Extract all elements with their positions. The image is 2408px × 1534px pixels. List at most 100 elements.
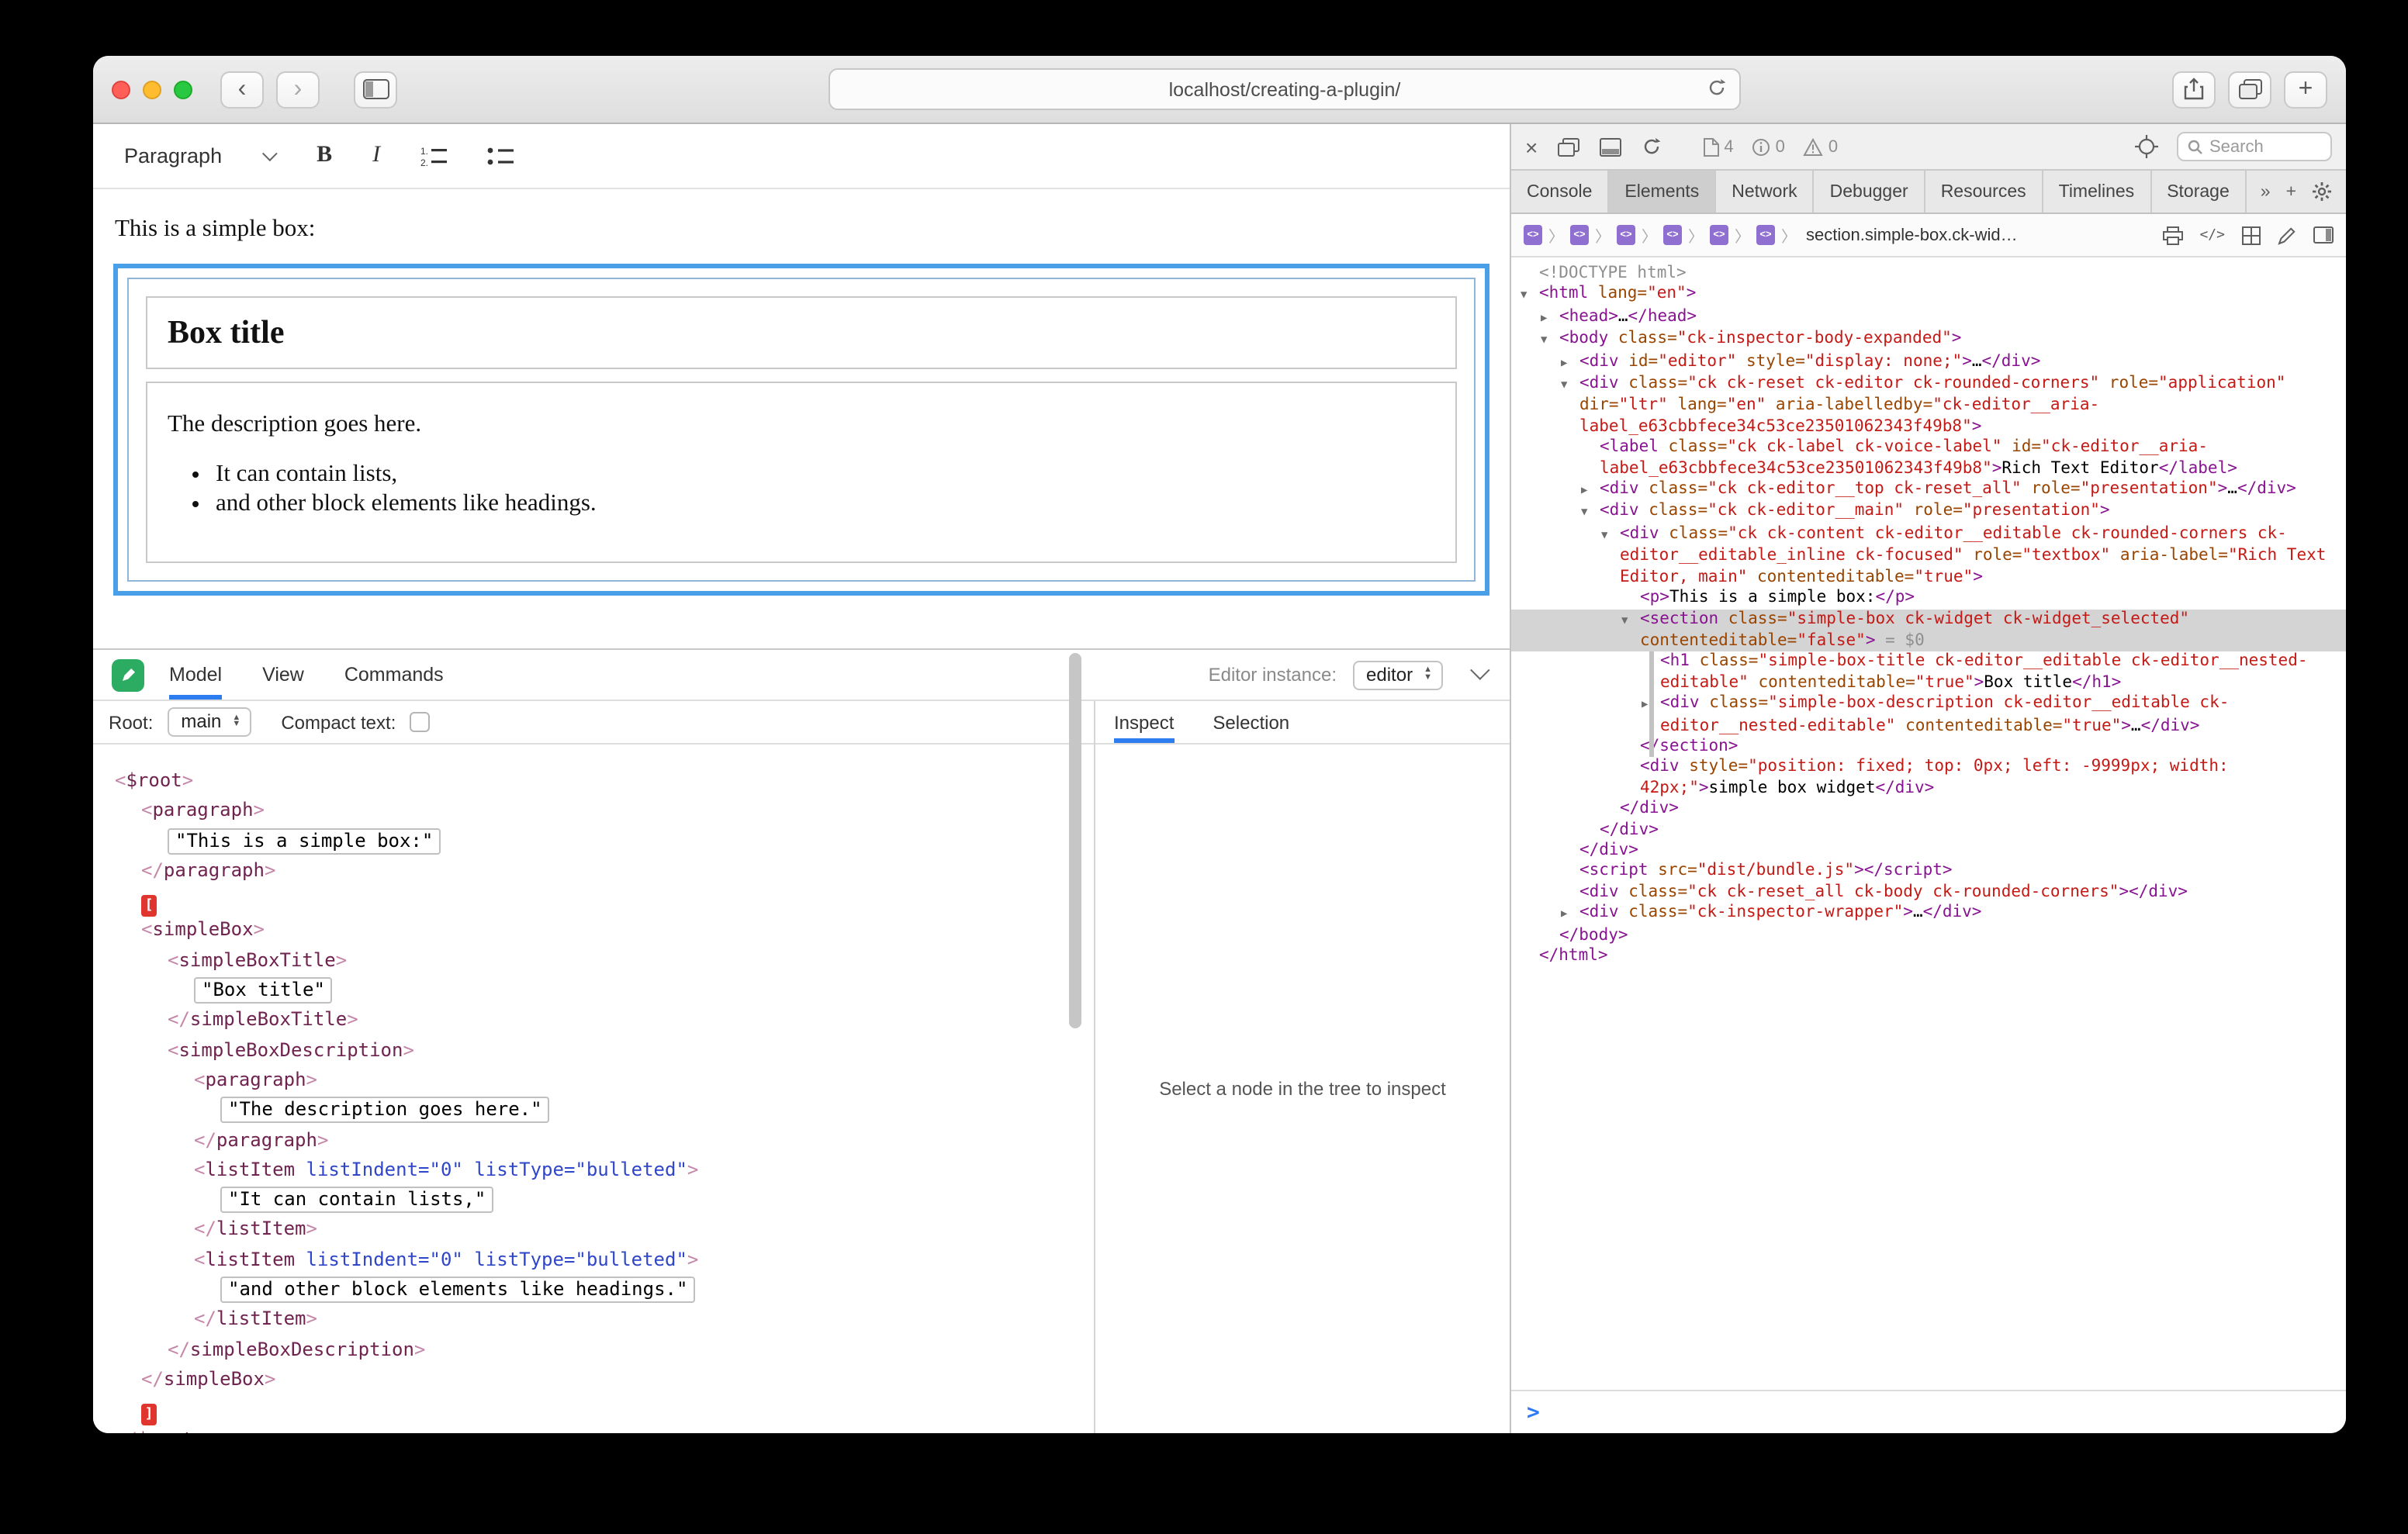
new-devtools-tab-button[interactable]: + (2286, 182, 2296, 201)
resource-count-badge[interactable]: 4 (1704, 137, 1733, 156)
dom-node-line[interactable]: ▶<head>…</head> (1511, 307, 2346, 330)
dom-node-line[interactable]: ▼<body class="ck-inspector-body-expanded… (1511, 329, 2346, 351)
model-tree-node[interactable]: </listItem> (93, 1215, 1094, 1246)
model-tree-node[interactable]: "Box title" (93, 976, 1094, 1006)
model-tree-node[interactable]: <paragraph> (93, 1066, 1094, 1096)
disclosure-right-icon[interactable]: ▶ (1642, 695, 1660, 716)
dom-node-line[interactable]: ▶<div class="simple-box-description ck-e… (1511, 693, 2346, 737)
devtools-tab-debugger[interactable]: Debugger (1815, 171, 1925, 212)
dom-node-line[interactable]: </div> (1511, 799, 2346, 820)
dom-node-line[interactable]: <!DOCTYPE html> (1511, 264, 2346, 285)
quick-console[interactable]: > (1511, 1390, 2346, 1433)
model-tree-node[interactable]: </simpleBox> (93, 1365, 1094, 1395)
root-select[interactable]: main ▲▼ (167, 707, 251, 737)
compact-text-checkbox[interactable] (410, 712, 430, 732)
dock-bottom-icon[interactable] (1600, 137, 1621, 156)
model-tree-node[interactable]: <$root> (93, 766, 1094, 796)
tab-overview-button[interactable] (2228, 71, 2271, 108)
disclosure-down-icon[interactable]: ▼ (1541, 330, 1559, 351)
dom-node-line[interactable]: <h1 class="simple-box-title ck-editor__e… (1511, 652, 2346, 694)
model-tree-node[interactable]: </simpleBoxTitle> (93, 1006, 1094, 1036)
error-count-badge[interactable]: 0 (1752, 137, 1785, 156)
minimize-window-button[interactable] (143, 80, 161, 98)
breadcrumb-element-badge[interactable]: <> (1663, 225, 1682, 245)
simple-box-description[interactable]: The description goes here. It can contai… (146, 382, 1457, 563)
model-tree-node[interactable]: <listItem listIndent="0" listType="bulle… (93, 1246, 1094, 1276)
disclosure-down-icon[interactable]: ▼ (1521, 286, 1539, 307)
dom-node-line[interactable]: ▼<html lang="en"> (1511, 285, 2346, 307)
model-tree-node[interactable]: "The description goes here." (93, 1096, 1094, 1126)
devtools-tab-elements[interactable]: Elements (1609, 171, 1716, 212)
show-source-icon[interactable]: </> (2199, 227, 2225, 243)
breadcrumb-element-badge[interactable]: <> (1524, 225, 1542, 245)
forward-button[interactable]: › (276, 71, 320, 108)
dom-node-line[interactable]: ▶<div class="ck ck-editor__top ck-reset_… (1511, 479, 2346, 502)
new-tab-button[interactable]: + (2284, 71, 2327, 108)
editor-instance-select[interactable]: editor ▲▼ (1352, 660, 1443, 689)
model-tree-node[interactable]: </paragraph> (93, 1125, 1094, 1156)
devtools-tab-resources[interactable]: Resources (1925, 171, 2043, 212)
model-tree-node[interactable]: <listItem listIndent="0" listType="bulle… (93, 1156, 1094, 1186)
dom-node-line[interactable]: </div> (1511, 841, 2346, 862)
reload-page-icon[interactable] (1642, 136, 1662, 157)
dom-node-line[interactable]: <div style="position: fixed; top: 0px; l… (1511, 758, 2346, 800)
devtools-search-field[interactable]: Search (2177, 132, 2332, 161)
dom-node-line[interactable]: </html> (1511, 946, 2346, 967)
model-tree-node[interactable]: </paragraph> (93, 856, 1094, 886)
warning-count-badge[interactable]: 0 (1804, 137, 1838, 156)
settings-gear-icon[interactable] (2312, 181, 2332, 202)
close-window-button[interactable] (112, 80, 130, 98)
dom-node-line[interactable]: ▼<div class="ck ck-content ck-editor__ed… (1511, 524, 2346, 588)
paragraph-style-dropdown[interactable]: Paragraph (115, 138, 282, 174)
dom-node-line[interactable]: <label class="ck ck-label ck-voice-label… (1511, 438, 2346, 480)
edit-dom-icon[interactable] (2278, 226, 2296, 244)
model-tree-node[interactable]: <paragraph> (93, 796, 1094, 827)
side-tab-selection[interactable]: Selection (1213, 701, 1289, 743)
devtools-tab-console[interactable]: Console (1511, 171, 1609, 212)
disclosure-right-icon[interactable]: ▶ (1561, 904, 1579, 925)
model-tree-node[interactable]: </simpleBoxDescription> (93, 1335, 1094, 1365)
box-title-heading[interactable]: Box title (168, 313, 1435, 352)
dom-node-line[interactable]: ▶<div class="ck-inspector-wrapper">…</di… (1511, 903, 2346, 925)
description-list-item[interactable]: and other block elements like headings. (216, 489, 1435, 518)
element-picker-icon[interactable] (2135, 135, 2158, 158)
dom-node-line[interactable]: </body> (1511, 925, 2346, 946)
details-sidebar-icon[interactable] (2313, 226, 2334, 244)
dom-node-line[interactable]: <script src="dist/bundle.js"></script> (1511, 862, 2346, 883)
address-bar[interactable]: localhost/creating-a-plugin/ (829, 68, 1741, 110)
dom-node-line[interactable]: ▼<div class="ck ck-reset ck-editor ck-ro… (1511, 374, 2346, 437)
model-tree-node[interactable]: <simpleBoxDescription> (93, 1035, 1094, 1066)
zoom-window-button[interactable] (174, 80, 192, 98)
description-paragraph[interactable]: The description goes here. (168, 411, 1435, 439)
tree-scrollbar[interactable] (1069, 653, 1081, 1029)
dom-node-line[interactable]: ▼<section class="simple-box ck-widget ck… (1511, 609, 2346, 652)
tab-overflow-button[interactable]: » (2261, 182, 2271, 201)
dom-node-line[interactable]: </div> (1511, 820, 2346, 841)
breadcrumb-element-badge[interactable]: <> (1756, 225, 1775, 245)
close-devtools-button[interactable]: × (1525, 134, 1538, 159)
model-tree-node[interactable]: "and other block elements like headings.… (93, 1275, 1094, 1305)
inspector-tab-model[interactable]: Model (169, 650, 222, 700)
breadcrumb-element-badge[interactable]: <> (1617, 225, 1635, 245)
model-tree-node[interactable]: "It can contain lists," (93, 1185, 1094, 1215)
model-tree-node[interactable]: "This is a simple box:" (93, 826, 1094, 856)
disclosure-down-icon[interactable]: ▼ (1561, 375, 1579, 396)
devtools-tab-network[interactable]: Network (1716, 171, 1814, 212)
numbered-list-button[interactable]: 1.2. (414, 142, 453, 170)
model-tree-node[interactable]: </$root> (93, 1425, 1094, 1433)
editor-content[interactable]: This is a simple box: Box title The desc… (93, 216, 1510, 672)
model-tree-node[interactable]: <simpleBoxTitle> (93, 946, 1094, 976)
simple-box-widget[interactable]: Box title The description goes here. It … (113, 264, 1489, 596)
inspector-tab-view[interactable]: View (262, 650, 304, 700)
bulleted-list-button[interactable] (481, 142, 520, 170)
collapse-inspector-button[interactable] (1470, 659, 1489, 679)
disclosure-down-icon[interactable]: ▼ (1621, 610, 1640, 631)
dom-node-line[interactable]: <p>This is a simple box:</p> (1511, 588, 2346, 609)
italic-button[interactable]: I (366, 140, 386, 172)
disclosure-down-icon[interactable]: ▼ (1601, 526, 1620, 547)
breadcrumb-element-badge[interactable]: <> (1570, 225, 1589, 245)
dom-node-line[interactable]: </section> (1511, 737, 2346, 758)
inspector-tab-commands[interactable]: Commands (344, 650, 444, 700)
dom-node-line[interactable]: <div class="ck ck-reset_all ck-body ck-r… (1511, 883, 2346, 903)
model-tree-node[interactable]: </listItem> (93, 1305, 1094, 1335)
